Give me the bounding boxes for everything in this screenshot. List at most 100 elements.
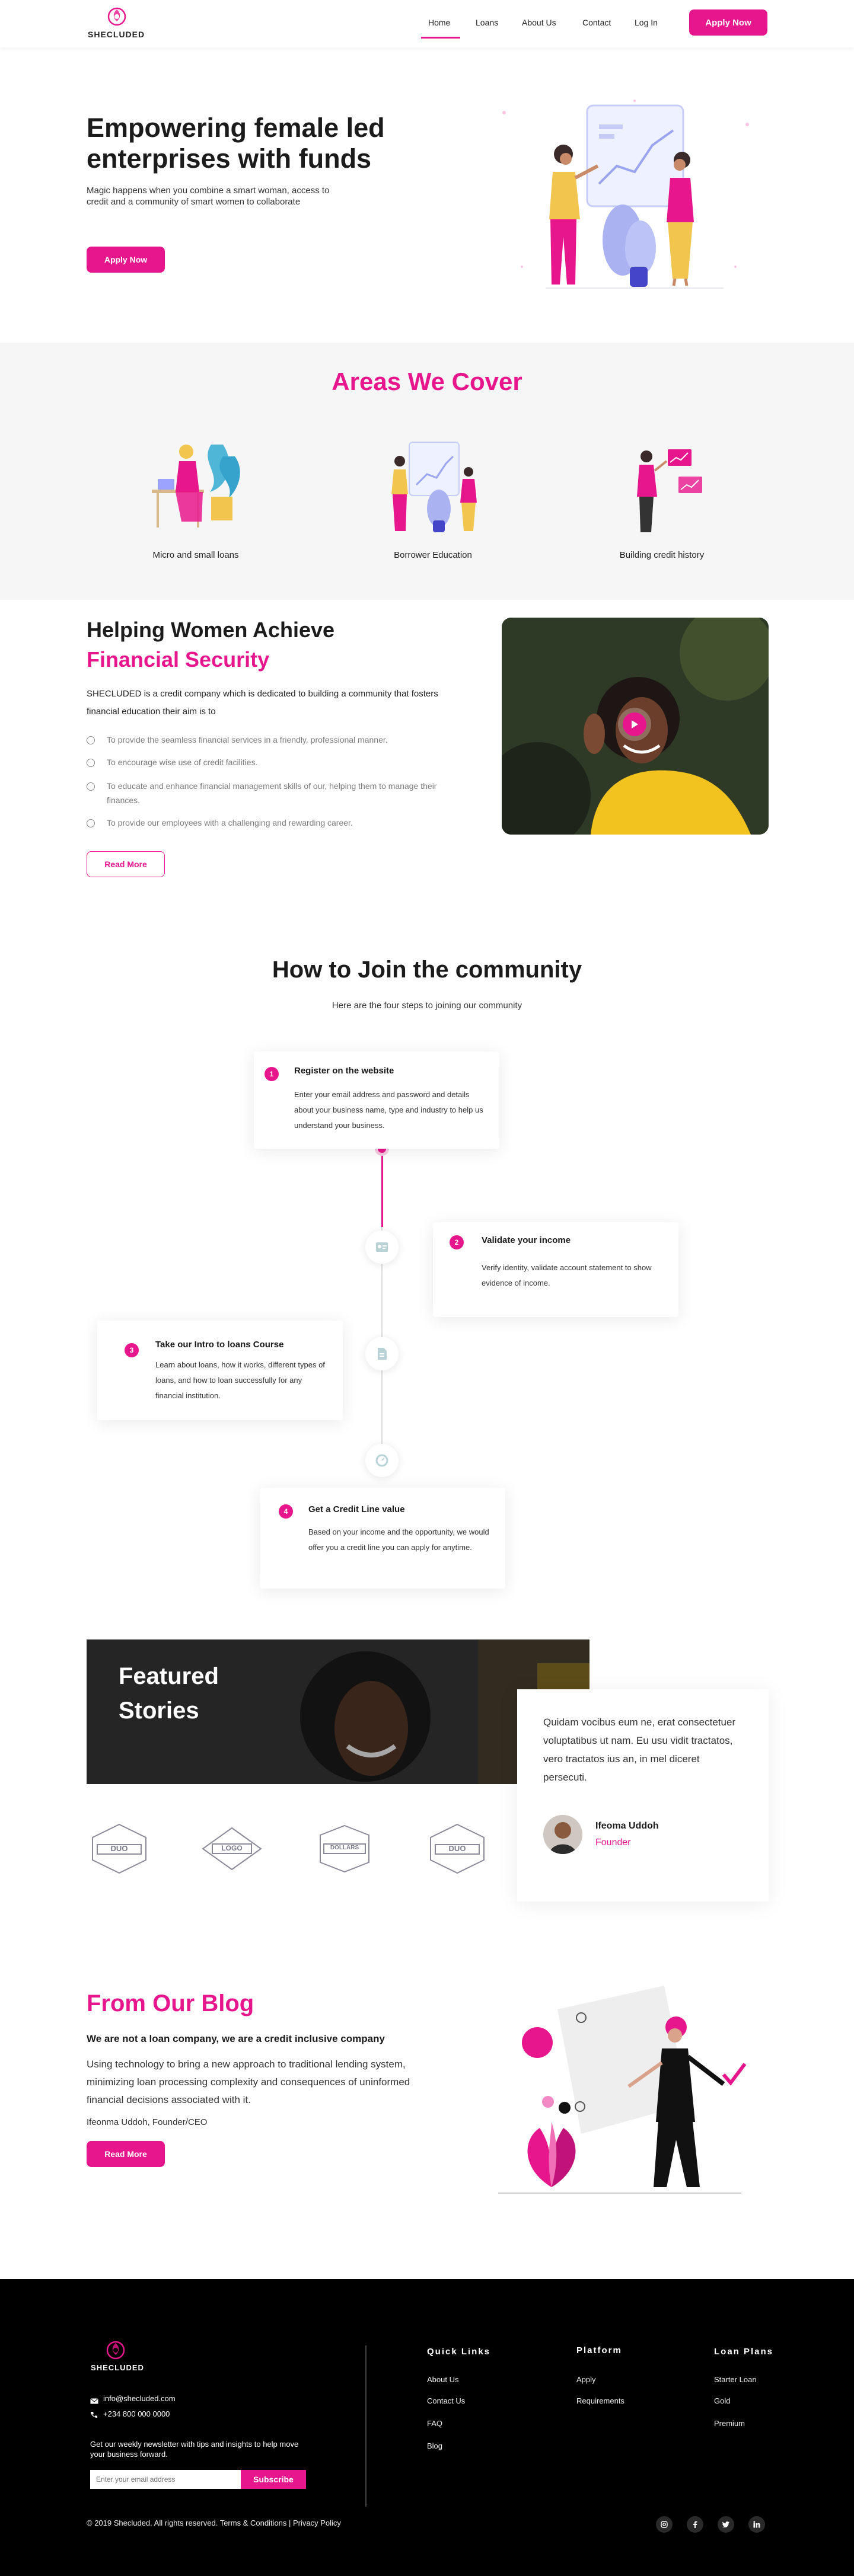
helping-bullet-3: To educate and enhance financial managem… <box>87 779 466 807</box>
footer-copyright: © 2019 Shecluded. All rights reserved. T… <box>87 2519 341 2527</box>
document-icon <box>365 1337 399 1370</box>
newsletter-text: Get our weekly newsletter with tips and … <box>90 2440 299 2459</box>
twitter-icon[interactable] <box>718 2516 734 2533</box>
nav-loans[interactable]: Loans <box>476 18 498 27</box>
featured-title-line1: Featured <box>119 1663 219 1689</box>
step-body-1: Enter your email address and password an… <box>294 1090 483 1130</box>
linkedin-icon[interactable] <box>748 2516 765 2533</box>
footer-link-blog[interactable]: Blog <box>427 2441 442 2450</box>
join-title: How to Join the community <box>272 957 582 983</box>
id-card-icon <box>365 1231 399 1264</box>
footer-link-premium[interactable]: Premium <box>714 2419 745 2428</box>
page: SHECLUDED Home Loans About Us Contact Lo… <box>0 0 854 2576</box>
step-body-2: Verify identity, validate account statem… <box>482 1263 652 1287</box>
timeline-active-line <box>381 1150 383 1227</box>
step-card-4: 4 Get a Credit Line value Based on your … <box>260 1488 505 1589</box>
step-body-4: Based on your income and the opportunity… <box>308 1527 489 1552</box>
nav-contact[interactable]: Contact <box>582 18 611 27</box>
step-card-1: 1 Register on the website Enter your ema… <box>254 1052 499 1149</box>
subscribe-button[interactable]: Subscribe <box>241 2470 306 2489</box>
phone-icon <box>90 2411 97 2418</box>
play-icon <box>623 712 646 736</box>
footer-link-apply[interactable]: Apply <box>576 2375 596 2384</box>
nav-active-indicator <box>421 37 460 39</box>
partner-logo-3-text: DOLLARS <box>330 1845 359 1851</box>
helping-bullet-1: To provide the seamless financial servic… <box>87 733 466 747</box>
site-footer: SHECLUDED info@shecluded.com +234 800 00… <box>0 2279 854 2576</box>
author-avatar <box>543 1815 582 1854</box>
helping-read-more-button[interactable]: Read More <box>87 851 165 877</box>
shecluded-logo[interactable]: SHECLUDED <box>88 4 145 43</box>
step-number-3: 3 <box>125 1343 139 1357</box>
nav-home[interactable]: Home <box>428 18 450 27</box>
nav-about-us[interactable]: About Us <box>522 18 556 27</box>
blog-read-more-button[interactable]: Read More <box>87 2141 165 2167</box>
blog-lead: We are not a loan company, we are a cred… <box>87 2033 385 2044</box>
step-title-3: Take our Intro to loans Course <box>155 1340 284 1350</box>
helping-title-line1: Helping Women Achieve <box>87 618 335 642</box>
footer-logo-text: SHECLUDED <box>91 2363 144 2372</box>
testimonial-card: Quidam vocibus eum ne, erat consectetuer… <box>517 1689 769 1901</box>
area-label-credit-history: Building credit history <box>619 550 705 560</box>
footer-link-requirements[interactable]: Requirements <box>576 2396 624 2405</box>
footer-link-starter-loan[interactable]: Starter Loan <box>714 2375 757 2384</box>
partner-logo-1: DUO <box>87 1822 152 1875</box>
blog-signature: Ifeonma Uddoh, Founder/CEO <box>87 2117 208 2127</box>
step-number-1: 1 <box>265 1067 279 1081</box>
step-card-3: 3 Take our Intro to loans Course Learn a… <box>97 1321 343 1420</box>
footer-email[interactable]: info@shecluded.com <box>103 2394 176 2403</box>
newsletter-email-input[interactable] <box>90 2470 241 2489</box>
instagram-icon[interactable] <box>656 2516 673 2533</box>
author-name: Ifeoma Uddoh <box>595 1821 659 1831</box>
partner-logo-1-text: DUO <box>110 1844 128 1853</box>
site-header: SHECLUDED Home Loans About Us Contact Lo… <box>0 0 854 47</box>
video-card[interactable] <box>502 618 769 835</box>
helping-bullet-2: To encourage wise use of credit faciliti… <box>87 755 466 769</box>
hero-illustration <box>502 100 749 289</box>
micro-loans-illustration <box>152 445 240 528</box>
footer-col-platform-title: Platform <box>576 2345 622 2356</box>
areas-title: Areas We Cover <box>332 367 522 395</box>
hero-subtitle: Magic happens when you combine a smart w… <box>87 186 330 207</box>
featured-stories-banner: Featured Stories <box>87 1639 589 1784</box>
footer-col-quick-links-title: Quick Links <box>427 2347 491 2357</box>
hero-apply-now-button[interactable]: Apply Now <box>87 247 165 273</box>
area-label-micro-loans: Micro and small loans <box>152 550 239 560</box>
footer-link-gold[interactable]: Gold <box>714 2396 730 2405</box>
footer-link-about-us[interactable]: About Us <box>427 2375 458 2384</box>
hero-title: Empowering female led enterprises with f… <box>87 113 385 174</box>
step-number-4: 4 <box>279 1504 293 1519</box>
facebook-icon[interactable] <box>687 2516 703 2533</box>
blog-illustration <box>498 1986 747 2194</box>
author-role: Founder <box>595 1837 631 1848</box>
partner-logo-2-text: LOGO <box>221 1844 243 1852</box>
area-label-borrower-education: Borrower Education <box>394 550 472 560</box>
footer-phone[interactable]: +234 800 000 0000 <box>103 2409 170 2418</box>
logo-text: SHECLUDED <box>88 30 145 39</box>
blog-title: From Our Blog <box>87 1990 254 2016</box>
footer-link-faq[interactable]: FAQ <box>427 2419 442 2428</box>
join-subtitle: Here are the four steps to joining our c… <box>332 1001 522 1011</box>
step-title-4: Get a Credit Line value <box>308 1504 405 1514</box>
borrower-education-illustration <box>391 442 477 532</box>
credit-history-illustration <box>637 449 702 532</box>
footer-logo[interactable]: SHECLUDED <box>89 2338 148 2374</box>
credit-gauge-icon <box>365 1444 399 1477</box>
helping-bullet-4: To provide our employees with a challeng… <box>87 816 466 830</box>
step-number-2: 2 <box>450 1235 464 1249</box>
testimonial-quote: Quidam vocibus eum ne, erat consectetuer… <box>543 1717 736 1783</box>
step-title-1: Register on the website <box>294 1066 394 1076</box>
featured-title-line2: Stories <box>119 1698 199 1724</box>
blog-body: Using technology to bring a new approach… <box>87 2059 410 2105</box>
step-card-2: 2 Validate your income Verify identity, … <box>433 1222 678 1317</box>
step-body-3: Learn about loans, how it works, differe… <box>155 1360 325 1400</box>
footer-divider <box>365 2345 367 2507</box>
play-button[interactable] <box>618 708 651 741</box>
logo-mark-icon <box>107 7 126 26</box>
partner-logo-2: LOGO <box>199 1822 265 1875</box>
header-apply-now-button[interactable]: Apply Now <box>689 9 767 36</box>
nav-log-in[interactable]: Log In <box>635 18 658 27</box>
footer-link-contact-us[interactable]: Contact Us <box>427 2396 465 2405</box>
helping-title-line2: Financial Security <box>87 647 270 672</box>
footer-logo-mark-icon <box>106 2341 125 2360</box>
